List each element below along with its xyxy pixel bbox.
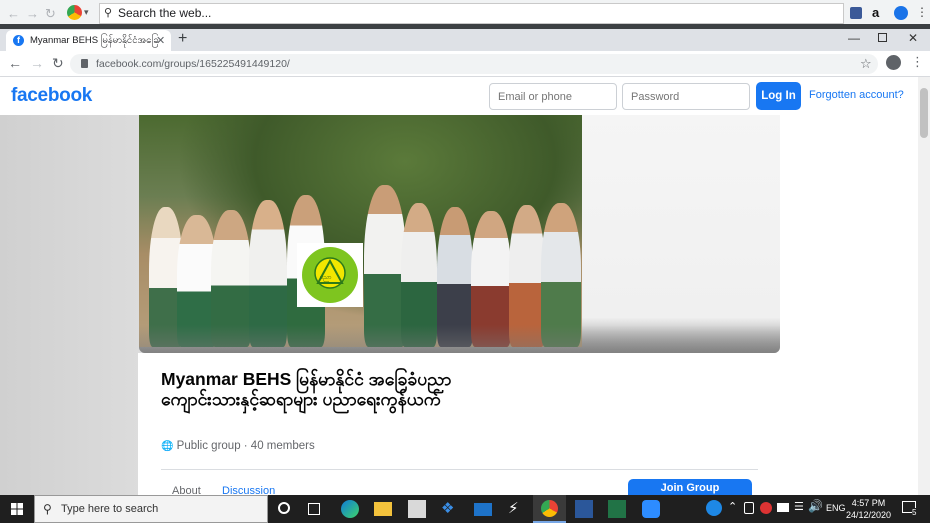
windows-taskbar: ⚲ Type here to search ❖ ⚡ ⌃ ☰ 🔊 ENG 4:57… xyxy=(0,495,930,523)
back-icon[interactable]: ← xyxy=(7,6,20,21)
close-window-icon[interactable]: ✕ xyxy=(908,31,918,45)
extension-icon[interactable] xyxy=(894,6,908,20)
zoom-icon[interactable] xyxy=(642,500,660,518)
dropbox-icon[interactable]: ❖ xyxy=(441,499,459,517)
scrollbar-thumb[interactable] xyxy=(920,88,928,138)
notification-count: 5 xyxy=(912,508,917,517)
bookmark-star-icon[interactable]: ☆ xyxy=(860,54,872,74)
chevron-down-icon[interactable]: ▾ xyxy=(84,7,89,18)
reload-icon[interactable]: ↻ xyxy=(52,55,64,72)
join-group-button[interactable]: Join Group xyxy=(628,479,752,496)
address-row: ← → ↻ facebook.com/groups/16522549144912… xyxy=(0,51,930,77)
windows-logo-icon xyxy=(11,503,23,515)
chrome-icon xyxy=(541,500,558,517)
chevron-up-icon[interactable]: ⌃ xyxy=(728,500,737,513)
url-bar[interactable]: facebook.com/groups/165225491449120/ ☆ xyxy=(70,54,878,74)
clock-date: 24/12/2020 xyxy=(846,510,892,520)
search-icon: ⚲ xyxy=(104,7,113,19)
taskbar-search-input[interactable]: ⚲ Type here to search xyxy=(34,495,268,523)
menu-icon[interactable]: ⋮ xyxy=(916,5,928,19)
globe-icon: 🌐 xyxy=(161,441,174,452)
cortana-icon[interactable] xyxy=(278,502,290,514)
battery-icon[interactable] xyxy=(777,503,789,512)
help-icon[interactable] xyxy=(706,500,722,516)
store-icon[interactable] xyxy=(408,500,426,518)
network-icon[interactable]: ☰ xyxy=(794,500,804,513)
file-explorer-icon[interactable] xyxy=(374,502,392,516)
logo-circle-icon: ပညာ xyxy=(302,247,358,303)
edge-icon[interactable] xyxy=(341,500,359,518)
cover-photo[interactable]: ပညာ xyxy=(139,115,582,347)
language-indicator[interactable]: ENG xyxy=(826,503,846,513)
web-search-input[interactable]: ⚲ Search the web... xyxy=(99,3,844,24)
close-tab-icon[interactable]: ✕ xyxy=(156,34,165,47)
password-field[interactable] xyxy=(622,83,750,110)
group-meta-text: Public group · 40 members xyxy=(176,440,315,452)
forward-icon[interactable]: → xyxy=(26,6,39,21)
email-field[interactable] xyxy=(489,83,617,110)
volume-icon[interactable]: 🔊 xyxy=(808,499,823,513)
tab-title: Myanmar BEHS မြန်မာနိုင်ငံအခြေ xyxy=(30,35,159,46)
profile-avatar-icon[interactable] xyxy=(886,55,901,70)
school-logo: ပညာ xyxy=(297,243,363,307)
facebook-favicon-icon: f xyxy=(13,35,24,46)
chrome-taskbar-button[interactable] xyxy=(533,495,566,523)
amazon-icon[interactable]: a xyxy=(872,5,879,20)
forgot-account-link[interactable]: Forgotten account? xyxy=(809,89,904,101)
facebook-header: facebook Log In Forgotten account? xyxy=(0,77,930,115)
url-text: facebook.com/groups/165225491449120/ xyxy=(96,58,290,70)
back-icon[interactable]: ← xyxy=(8,55,22,71)
logo-text: ပညာ xyxy=(320,275,332,281)
web-search-text: Search the web... xyxy=(118,6,212,20)
restore-icon[interactable] xyxy=(878,33,887,42)
minimize-icon[interactable]: — xyxy=(848,31,860,45)
browser-tab[interactable]: f Myanmar BEHS မြန်မာနိုင်ငံအခြေ xyxy=(6,30,171,51)
search-icon: ⚲ xyxy=(43,502,52,516)
excel-icon[interactable] xyxy=(608,500,626,518)
chrome-icon[interactable] xyxy=(67,5,82,20)
facebook-share-icon[interactable] xyxy=(850,7,862,19)
facebook-logo[interactable]: facebook xyxy=(11,85,92,107)
group-title: Myanmar BEHS မြန်မာနိုင်ငံ အခြေခံပညာကျော… xyxy=(161,369,452,409)
taskbar-search-text: Type here to search xyxy=(61,503,159,515)
antivirus-icon[interactable] xyxy=(760,502,772,514)
cover-area: ပညာ xyxy=(139,115,780,353)
forward-icon[interactable]: → xyxy=(30,55,44,71)
reload-icon[interactable]: ↻ xyxy=(45,6,56,22)
new-tab-icon[interactable]: + xyxy=(178,30,187,48)
scrollbar[interactable] xyxy=(918,77,930,495)
clock[interactable]: 4:57 PM 24/12/2020 xyxy=(846,497,891,521)
task-view-icon[interactable] xyxy=(308,503,320,515)
cover-shadow xyxy=(139,325,780,353)
start-button[interactable] xyxy=(0,495,34,523)
login-button[interactable]: Log In xyxy=(756,82,801,110)
lightning-app-icon[interactable]: ⚡ xyxy=(508,499,526,517)
group-meta: 🌐 Public group · 40 members xyxy=(161,440,315,452)
device-icon[interactable] xyxy=(744,502,754,514)
divider xyxy=(161,469,758,470)
tab-strip: f Myanmar BEHS မြန်မာနိုင်ငံအခြေ ✕ + — ✕ xyxy=(0,29,930,51)
clock-time: 4:57 PM xyxy=(851,498,886,508)
word-icon[interactable] xyxy=(575,500,593,518)
lock-icon xyxy=(81,59,88,68)
browser-menu-icon[interactable]: ⋮ xyxy=(911,54,924,70)
mail-icon[interactable] xyxy=(474,503,492,516)
